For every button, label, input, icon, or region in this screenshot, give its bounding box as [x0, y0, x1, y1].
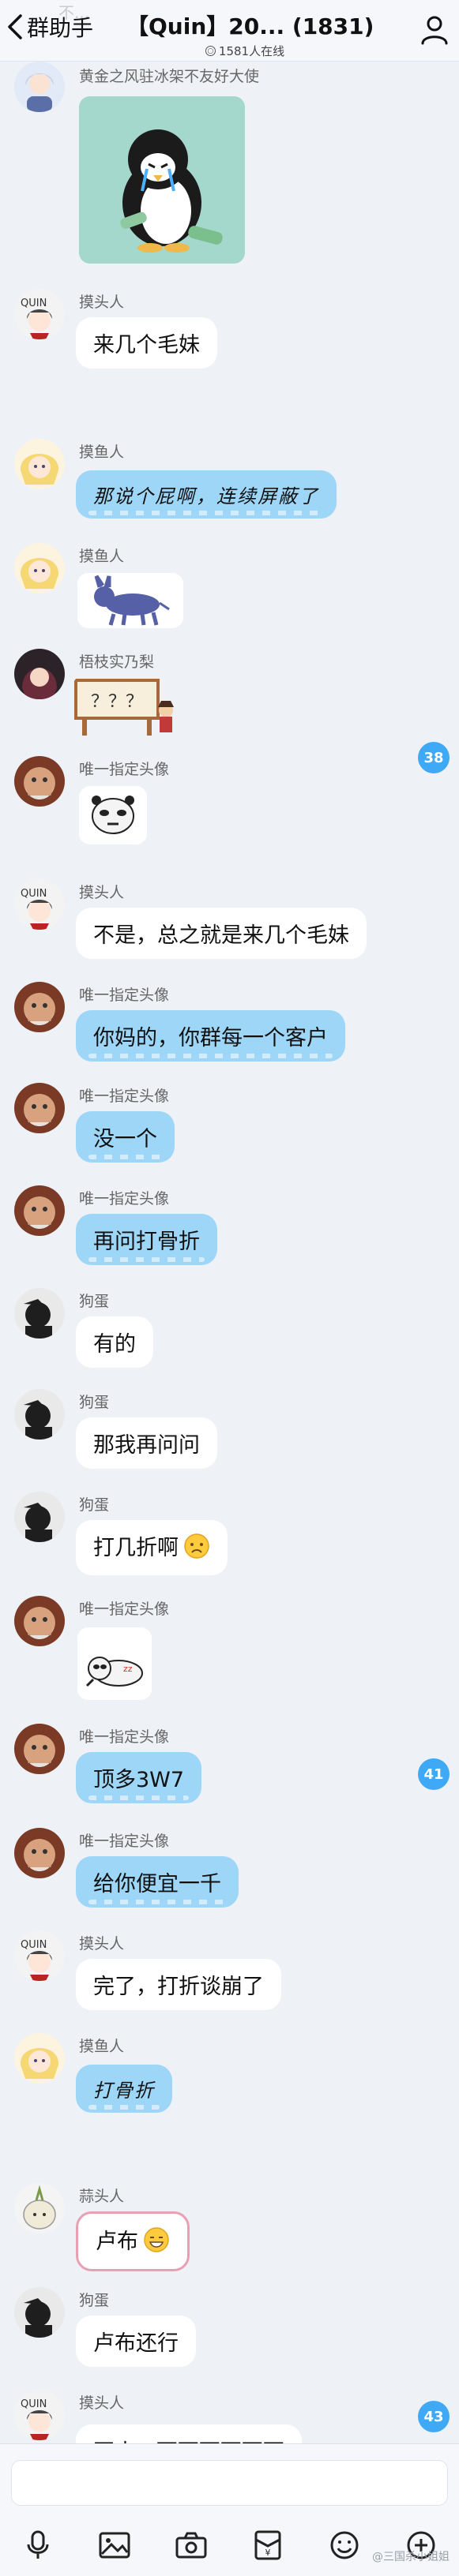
- sender-name: 摸头人: [79, 884, 125, 901]
- sender-name: 黄金之风驻冰架不友好大使: [79, 68, 260, 85]
- avatar[interactable]: [14, 649, 65, 699]
- avatar[interactable]: QUIN: [14, 2390, 65, 2440]
- sender-name: 唯一指定头像: [79, 987, 170, 1004]
- svg-text:QUIN: QUIN: [21, 888, 47, 900]
- chevron-left-icon: [8, 14, 22, 39]
- avatar[interactable]: QUIN: [14, 1930, 65, 1981]
- emoji-icon[interactable]: [327, 2528, 362, 2563]
- avatar[interactable]: [14, 1185, 65, 1236]
- sad-face-emoji: [183, 1533, 210, 1565]
- back-button[interactable]: 群助手: [6, 11, 93, 43]
- avatar[interactable]: [14, 1596, 65, 1646]
- message-bubble[interactable]: 打几折啊: [76, 1520, 228, 1575]
- online-icon: ○: [205, 46, 216, 56]
- svg-text:zz: zz: [123, 1664, 133, 1674]
- sender-name: 摸鱼人: [79, 444, 125, 461]
- sender-name: 狗蛋: [79, 1394, 110, 1411]
- chat-header: 不... 群助手 【Quin】20... (1831) ○ 1581人在线: [0, 0, 459, 62]
- sender-name: 摸鱼人: [79, 548, 125, 565]
- avatar[interactable]: [14, 1724, 65, 1774]
- message-bubble[interactable]: 再问打骨折: [76, 1214, 217, 1265]
- sender-name: 狗蛋: [79, 1496, 110, 1514]
- message-bubble[interactable]: 没一个: [76, 1111, 175, 1163]
- avatar[interactable]: [14, 62, 65, 112]
- avatar[interactable]: QUIN: [14, 879, 65, 930]
- unread-badge[interactable]: 43: [418, 2401, 450, 2432]
- message-bubble[interactable]: 完了，打折谈崩了: [76, 1959, 281, 2010]
- image-icon[interactable]: [97, 2528, 132, 2563]
- avatar[interactable]: [14, 1288, 65, 1339]
- message-bubble[interactable]: 来几个毛妹: [76, 317, 217, 369]
- message-bubble[interactable]: 有的: [76, 1316, 153, 1368]
- penguin-crying-sticker[interactable]: [79, 96, 245, 264]
- avatar[interactable]: [14, 1492, 65, 1542]
- unread-badge[interactable]: 41: [418, 1758, 450, 1790]
- sender-name: 摸头人: [79, 294, 125, 311]
- avatar[interactable]: QUIN: [14, 289, 65, 339]
- avatar[interactable]: [14, 1389, 65, 1440]
- message-bubble[interactable]: 那说个屁啊，连续屏蔽了: [76, 470, 337, 519]
- sender-name: 狗蛋: [79, 2292, 110, 2309]
- input-area: ¥ @三国杀小姐姐: [0, 2443, 459, 2576]
- chat-title: 【Quin】20... (1831): [126, 13, 374, 39]
- sender-name: 唯一指定头像: [79, 1833, 170, 1850]
- avatar[interactable]: [14, 1083, 65, 1133]
- panda-face-sticker[interactable]: [79, 786, 147, 844]
- avatar[interactable]: [14, 756, 65, 807]
- question-sign-sticker[interactable]: ？？？: [73, 676, 180, 737]
- message-bubble[interactable]: 不是，总之就是来几个毛妹: [76, 908, 367, 959]
- sender-name: 唯一指定头像: [79, 1728, 170, 1746]
- lying-panda-sticker[interactable]: zz: [77, 1627, 152, 1700]
- message-bubble[interactable]: 卢布还行: [76, 2316, 196, 2367]
- donkey-sticker[interactable]: [77, 573, 183, 628]
- message-bubble[interactable]: 打骨折: [76, 2065, 172, 2113]
- online-count: ○ 1581人在线: [126, 43, 363, 59]
- avatar[interactable]: [14, 1828, 65, 1878]
- svg-text:QUIN: QUIN: [21, 1939, 47, 1951]
- avatar[interactable]: [14, 2287, 65, 2338]
- svg-text:QUIN: QUIN: [21, 298, 47, 309]
- camera-icon[interactable]: [174, 2528, 209, 2563]
- message-input[interactable]: [11, 2460, 448, 2506]
- sender-name: 唯一指定头像: [79, 1601, 170, 1618]
- microphone-icon[interactable]: [21, 2528, 55, 2563]
- back-label: 群助手: [27, 15, 94, 41]
- message-bubble[interactable]: 卢布: [76, 2211, 190, 2271]
- sender-name: 摸头人: [79, 1935, 125, 1953]
- svg-text:QUIN: QUIN: [21, 2398, 47, 2410]
- chat-title-area[interactable]: 【Quin】20... (1831) ○ 1581人在线: [126, 9, 374, 59]
- avatar[interactable]: [14, 2183, 65, 2233]
- watermark: @三国杀小姐姐: [372, 2551, 450, 2563]
- sender-name: 唯一指定头像: [79, 1190, 170, 1208]
- avatar[interactable]: [14, 982, 65, 1032]
- message-bubble[interactable]: 顶多3W7: [76, 1752, 202, 1803]
- sender-name: 摸鱼人: [79, 2038, 125, 2055]
- avatar[interactable]: [14, 439, 65, 489]
- sender-name: 唯一指定头像: [79, 1088, 170, 1105]
- message-bubble[interactable]: 那我再问问: [76, 1417, 217, 1469]
- avatar[interactable]: [14, 543, 65, 593]
- sticker-text: ？？？: [91, 692, 143, 712]
- message-bubble[interactable]: 你妈的，你群每一个客户: [76, 1010, 345, 1061]
- group-members-button[interactable]: [419, 14, 450, 49]
- sender-name: 梧枝实乃梨: [79, 653, 155, 671]
- sender-name: 蒜头人: [79, 2188, 125, 2205]
- unread-badge[interactable]: 38: [418, 742, 450, 773]
- sender-name: 唯一指定头像: [79, 761, 170, 778]
- red-packet-icon[interactable]: ¥: [250, 2528, 285, 2563]
- svg-text:¥: ¥: [265, 2548, 270, 2558]
- message-bubble[interactable]: 给你便宜一千: [76, 1856, 239, 1908]
- grin-emoji: [143, 2226, 170, 2259]
- sender-name: 摸头人: [79, 2394, 125, 2412]
- person-icon: [421, 16, 448, 45]
- sender-name: 狗蛋: [79, 1293, 110, 1310]
- avatar[interactable]: [14, 2033, 65, 2084]
